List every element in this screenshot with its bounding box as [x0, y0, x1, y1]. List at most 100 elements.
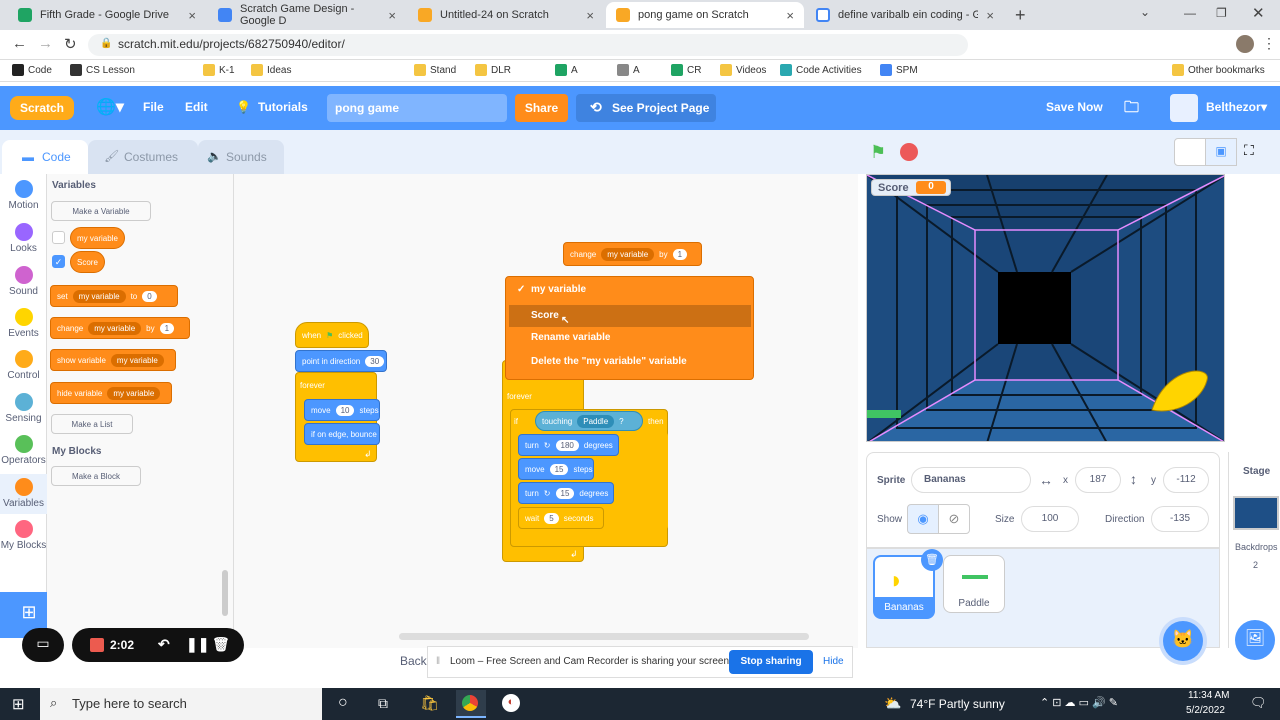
- clock-time[interactable]: 11:34 AM: [1188, 690, 1230, 701]
- stop-recording-icon[interactable]: [90, 638, 104, 652]
- trash-icon[interactable]: 🗑: [212, 636, 230, 653]
- category-events[interactable]: Events: [0, 308, 47, 339]
- scratch-logo[interactable]: Scratch: [10, 96, 74, 120]
- weather-text[interactable]: 74°F Partly sunny: [910, 697, 1005, 711]
- system-tray-icons[interactable]: ⌃ ⊡ ☁ ▭ 🔊 ✎: [1040, 696, 1118, 709]
- set-variable-block[interactable]: set my variable to 0: [50, 285, 178, 307]
- dropdown-item-rename[interactable]: Rename variable: [509, 327, 751, 349]
- clock-date[interactable]: 5/2/2022: [1186, 705, 1225, 716]
- bookmark[interactable]: SPM: [880, 64, 918, 76]
- app-icon[interactable]: ◐: [502, 694, 520, 712]
- size-input[interactable]: 100: [1021, 506, 1079, 532]
- category-operators[interactable]: Operators: [0, 435, 47, 466]
- reload-icon[interactable]: ↻: [64, 35, 77, 53]
- category-sensing[interactable]: Sensing: [0, 393, 47, 424]
- browser-tab-active[interactable]: pong game on Scratch ×: [606, 2, 804, 28]
- change-variable-block[interactable]: change my variable by 1: [563, 242, 702, 266]
- backpack-label[interactable]: Back: [400, 654, 427, 668]
- close-icon[interactable]: ×: [188, 8, 196, 23]
- direction-input[interactable]: -135: [1151, 506, 1209, 532]
- bookmark-folder[interactable]: Other bookmarks: [1172, 64, 1265, 76]
- normal-stage-button[interactable]: ▣: [1205, 138, 1237, 166]
- score-reporter[interactable]: Score: [70, 251, 105, 273]
- tab-sounds[interactable]: 🔈 Sounds: [198, 140, 284, 174]
- see-project-page-button[interactable]: ⟲ See Project Page: [576, 94, 716, 122]
- turn-degrees-block[interactable]: turn ↻ 15 degrees: [518, 482, 614, 504]
- bookmark[interactable]: Code Activities: [780, 64, 862, 76]
- backdrop-thumbnail[interactable]: [1233, 496, 1279, 530]
- bookmark[interactable]: CR: [671, 64, 701, 76]
- category-motion[interactable]: Motion: [0, 180, 47, 211]
- move-steps-block[interactable]: move 10 steps: [304, 399, 380, 421]
- small-stage-button[interactable]: [1174, 138, 1206, 166]
- sprite-name-input[interactable]: Bananas: [911, 467, 1031, 493]
- dropdown-item-delete[interactable]: Delete the "my variable" variable: [509, 351, 751, 373]
- tab-costumes[interactable]: 🖌 Costumes: [88, 140, 198, 174]
- touching-block[interactable]: touching Paddle?: [535, 411, 643, 431]
- when-flag-clicked-block[interactable]: when ⚑ clicked: [295, 322, 369, 348]
- choose-backdrop-button[interactable]: 🖼: [1235, 620, 1275, 660]
- score-checkbox[interactable]: ✓: [52, 255, 65, 268]
- menu-icon[interactable]: ⋮: [1262, 35, 1276, 52]
- windows-start-icon[interactable]: ⊞: [12, 695, 25, 713]
- user-avatar[interactable]: [1170, 94, 1198, 122]
- bookmark[interactable]: A: [555, 64, 578, 76]
- minimize-icon[interactable]: —: [1184, 6, 1196, 20]
- my-variable-reporter[interactable]: my variable: [70, 227, 125, 249]
- green-flag-icon[interactable]: ⚑: [870, 142, 886, 163]
- forward-icon[interactable]: →: [38, 35, 53, 52]
- category-my-blocks[interactable]: My Blocks: [0, 520, 47, 551]
- dropdown-item-my-variable[interactable]: ✓ my variable: [509, 279, 751, 301]
- turn-degrees-block[interactable]: turn ↻ 180 degrees: [518, 434, 619, 456]
- share-button[interactable]: Share: [515, 94, 568, 122]
- browser-tab[interactable]: define varibalb ein coding - Goo ×: [806, 2, 1004, 28]
- tab-code[interactable]: ▬ Code: [2, 140, 88, 174]
- back-icon[interactable]: ←: [12, 35, 27, 52]
- change-variable-block[interactable]: change my variable by 1: [50, 317, 190, 339]
- close-icon[interactable]: ×: [786, 8, 794, 23]
- make-block-button[interactable]: Make a Block: [51, 466, 141, 486]
- taskbar-search-input[interactable]: ⌕ Type here to search: [40, 688, 322, 720]
- sprite-thumb-paddle[interactable]: Paddle: [943, 555, 1005, 613]
- browser-tab[interactable]: Scratch Game Design - Google D ×: [208, 2, 406, 28]
- move-steps-block[interactable]: move 15 steps: [518, 458, 594, 480]
- bookmark[interactable]: K-1: [203, 64, 235, 76]
- bounce-block[interactable]: if on edge, bounce: [304, 423, 380, 445]
- hide-button[interactable]: Hide: [823, 656, 844, 667]
- stop-icon[interactable]: [900, 143, 918, 161]
- bookmark[interactable]: Ideas: [251, 64, 291, 76]
- hide-variable-block[interactable]: hide variable my variable: [50, 382, 172, 404]
- drag-handle-icon[interactable]: ‖: [436, 656, 440, 667]
- bookmark[interactable]: Code: [12, 64, 52, 76]
- profile-avatar[interactable]: [1236, 35, 1254, 53]
- undo-icon[interactable]: ↶: [158, 636, 170, 653]
- close-icon[interactable]: ×: [388, 8, 396, 23]
- edit-menu[interactable]: Edit: [185, 100, 208, 114]
- category-variables[interactable]: Variables: [0, 474, 47, 514]
- horizontal-scrollbar[interactable]: [399, 633, 809, 640]
- file-menu[interactable]: File: [143, 100, 164, 114]
- make-variable-button[interactable]: Make a Variable: [51, 201, 151, 221]
- bookmark[interactable]: Stand: [414, 64, 456, 76]
- close-icon[interactable]: ×: [586, 8, 594, 23]
- project-title-input[interactable]: pong game: [327, 94, 507, 122]
- save-now-button[interactable]: Save Now: [1046, 100, 1103, 114]
- show-variable-block[interactable]: show variable my variable: [50, 349, 176, 371]
- stage-selector[interactable]: Stage Backdrops 2 🖼: [1228, 452, 1280, 660]
- bookmark[interactable]: CS Lesson: [70, 64, 135, 76]
- category-sound[interactable]: Sound: [0, 266, 47, 297]
- bookmark[interactable]: A: [617, 64, 640, 76]
- stop-sharing-button[interactable]: Stop sharing: [729, 650, 813, 674]
- palette-scrollbar[interactable]: [222, 570, 228, 616]
- task-view-icon[interactable]: ⧉: [378, 695, 388, 712]
- dropdown-item-score[interactable]: Score ↖: [509, 305, 751, 327]
- wait-seconds-block[interactable]: wait 5 seconds: [518, 507, 604, 529]
- chevron-down-icon[interactable]: ▾: [1261, 100, 1267, 114]
- globe-icon[interactable]: 🌐▾: [96, 97, 124, 117]
- hide-eye-icon[interactable]: ⊘: [938, 504, 970, 534]
- fullscreen-icon[interactable]: ⛶: [1244, 142, 1254, 159]
- notifications-icon[interactable]: 🗨: [1250, 695, 1267, 711]
- category-looks[interactable]: Looks: [0, 223, 47, 254]
- window-close-icon[interactable]: ✕: [1252, 4, 1265, 22]
- make-list-button[interactable]: Make a List: [51, 414, 133, 434]
